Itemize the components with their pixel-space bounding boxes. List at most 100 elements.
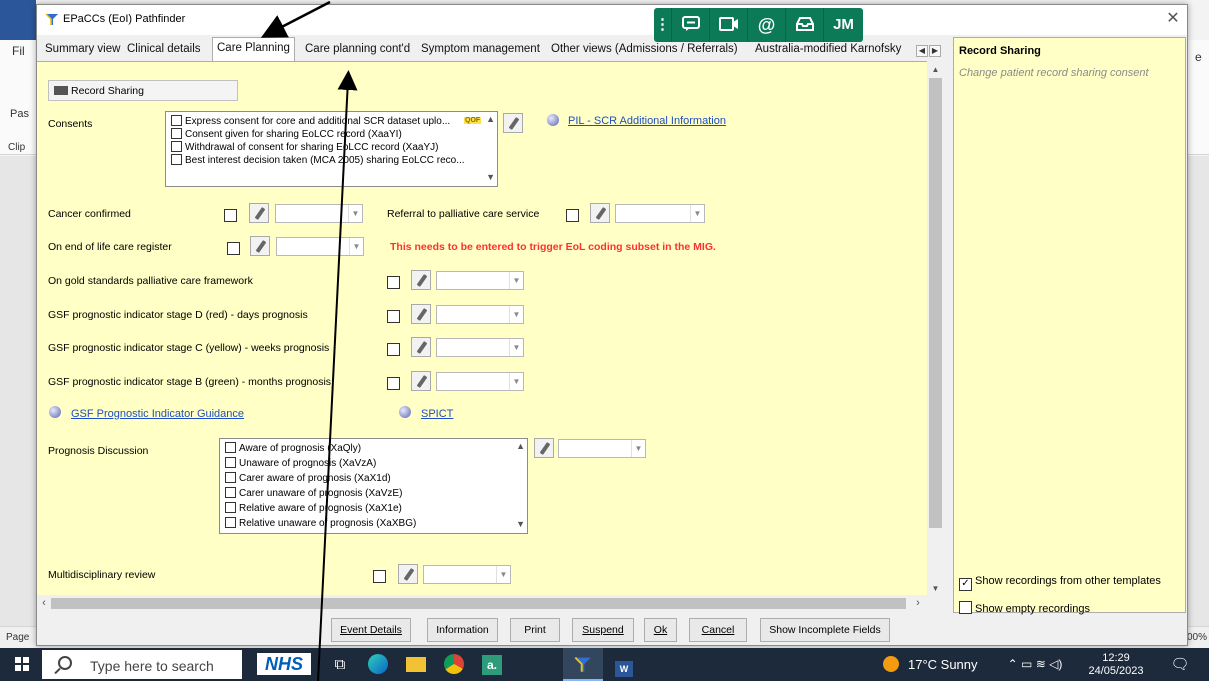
pen-icon[interactable] [534,438,554,458]
pen-icon[interactable] [250,236,270,256]
word-paste-label[interactable]: Pas [10,108,29,120]
prognosis-date[interactable]: ▼ [558,439,646,458]
word-taskbar-icon[interactable]: W [608,648,640,681]
record-sharing-button[interactable]: Record Sharing [48,80,238,101]
chevron-left-icon[interactable]: ‹ [37,596,51,611]
chevron-down-icon[interactable]: ▼ [486,172,495,182]
consents-listbox[interactable]: Express consent for core and additional … [165,111,498,187]
chevron-down-icon[interactable]: ▼ [509,306,523,323]
checkbox[interactable] [225,457,236,468]
cancer-confirmed-date[interactable]: ▼ [275,204,363,223]
pen-icon[interactable] [590,203,610,223]
referral-palliative-date[interactable]: ▼ [615,204,705,223]
inbox-icon[interactable] [786,8,824,42]
suspend-button[interactable]: Suspend [572,618,634,642]
more-vertical-icon[interactable]: ⋮ [654,8,672,42]
show-other-templates-option[interactable]: ✓ Show recordings from other templates [959,575,1161,591]
scroll-thumb[interactable] [929,78,942,528]
prognosis-item[interactable]: Carer aware of prognosis (XaX1d) [225,472,391,484]
prognosis-item[interactable]: Aware of prognosis (XaQly) [225,442,361,454]
prognosis-item[interactable]: Relative aware of prognosis (XaX1e) [225,502,402,514]
show-incomplete-fields-button[interactable]: Show Incomplete Fields [760,618,890,642]
tab-care-planning-contd[interactable]: Care planning cont'd [301,40,414,61]
chat-icon[interactable] [672,8,710,42]
chevron-down-icon[interactable]: ▼ [509,373,523,390]
print-button[interactable]: Print [510,618,560,642]
chevron-down-icon[interactable]: ▼ [496,566,510,583]
tab-scroll-left-icon[interactable]: ◀ [916,45,928,57]
chevron-up-icon[interactable]: ▲ [927,62,944,77]
consent-item-express[interactable]: Express consent for core and additional … [171,115,450,127]
notifications-icon[interactable]: 🗨 [1168,648,1192,681]
close-icon[interactable]: ✕ [1163,9,1183,29]
chevron-right-icon[interactable]: › [911,596,925,611]
tab-summary-view[interactable]: Summary view [41,40,124,61]
gold-standards-checkbox[interactable] [387,276,400,289]
checkbox[interactable] [171,128,182,139]
chevron-up-icon[interactable]: ▲ [486,114,495,124]
system-tray-icons[interactable]: ⌃ ▭ ≋ ◁) [1000,648,1070,681]
event-details-button[interactable]: Event Details [331,618,411,642]
chrome-icon[interactable] [440,648,468,681]
gsf-guidance-link[interactable]: GSF Prognostic Indicator Guidance [71,408,244,420]
eol-register-date[interactable]: ▼ [276,237,364,256]
gold-standards-date[interactable]: ▼ [436,271,524,290]
gsf-b-date[interactable]: ▼ [436,372,524,391]
pen-icon[interactable] [411,304,431,324]
pathfinder-taskbar-icon[interactable] [563,648,603,681]
pen-icon[interactable] [503,113,523,133]
amazon-a-icon[interactable]: a. [478,648,506,681]
consent-item-given[interactable]: Consent given for sharing EoLCC record (… [171,128,402,140]
prognosis-item[interactable]: Unaware of prognosis (XaVzA) [225,457,376,469]
chevron-down-icon[interactable]: ▼ [631,440,645,457]
checkbox[interactable] [225,442,236,453]
checkbox[interactable] [225,502,236,513]
ok-button[interactable]: Ok [644,618,677,642]
pen-icon[interactable] [249,203,269,223]
pen-icon[interactable] [411,337,431,357]
checkbox[interactable] [171,115,182,126]
chevron-down-icon[interactable]: ▼ [509,272,523,289]
task-view-icon[interactable]: ⧉ [326,648,354,681]
spict-link[interactable]: SPICT [421,408,453,420]
pen-icon[interactable] [411,270,431,290]
video-icon[interactable] [710,8,748,42]
file-explorer-icon[interactable] [402,648,430,681]
information-button[interactable]: Information [427,618,498,642]
pen-icon[interactable] [398,564,418,584]
chevron-down-icon[interactable]: ▼ [349,238,363,255]
chevron-down-icon[interactable]: ▼ [690,205,704,222]
user-initials[interactable]: JM [824,8,863,42]
referral-palliative-checkbox[interactable] [566,209,579,222]
tab-clinical-details[interactable]: Clinical details [123,40,205,61]
chevron-down-icon[interactable]: ▼ [509,339,523,356]
cancer-confirmed-checkbox[interactable] [224,209,237,222]
windows-start-icon[interactable] [10,648,34,681]
tab-australia-karnofsky[interactable]: Australia-modified Karnofsky [751,40,909,61]
prognosis-item[interactable]: Carer unaware of prognosis (XaVzE) [225,487,402,499]
cancel-button[interactable]: Cancel [689,618,747,642]
show-empty-checkbox[interactable] [959,601,972,614]
mdt-review-date[interactable]: ▼ [423,565,511,584]
consent-item-withdrawal[interactable]: Withdrawal of consent for sharing EoLCC … [171,141,438,153]
tab-other-views[interactable]: Other views (Admissions / Referrals) [547,40,742,61]
checkbox[interactable] [225,487,236,498]
nhs-app-icon[interactable]: NHS [257,653,311,675]
clock-date[interactable]: 24/05/2023 [1081,665,1151,678]
mdt-review-checkbox[interactable] [373,570,386,583]
weather-text[interactable]: 17°C Sunny [908,648,990,681]
chevron-up-icon[interactable]: ▲ [516,441,525,451]
tab-symptom-management[interactable]: Symptom management [417,40,544,61]
edge-icon[interactable] [364,648,392,681]
vertical-scrollbar[interactable]: ▲ ▼ [927,62,944,596]
taskbar-search-input[interactable]: Type here to search [42,650,242,679]
consent-item-best-interest[interactable]: Best interest decision taken (MCA 2005) … [171,154,465,166]
clock-time[interactable]: 12:29 [1081,652,1151,665]
pen-icon[interactable] [411,371,431,391]
checkbox[interactable] [171,154,182,165]
tab-care-planning[interactable]: Care Planning [212,37,295,62]
horizontal-scrollbar[interactable]: ‹ › [37,596,927,611]
gsf-d-date[interactable]: ▼ [436,305,524,324]
chevron-down-icon[interactable]: ▼ [348,205,362,222]
gsf-c-date[interactable]: ▼ [436,338,524,357]
